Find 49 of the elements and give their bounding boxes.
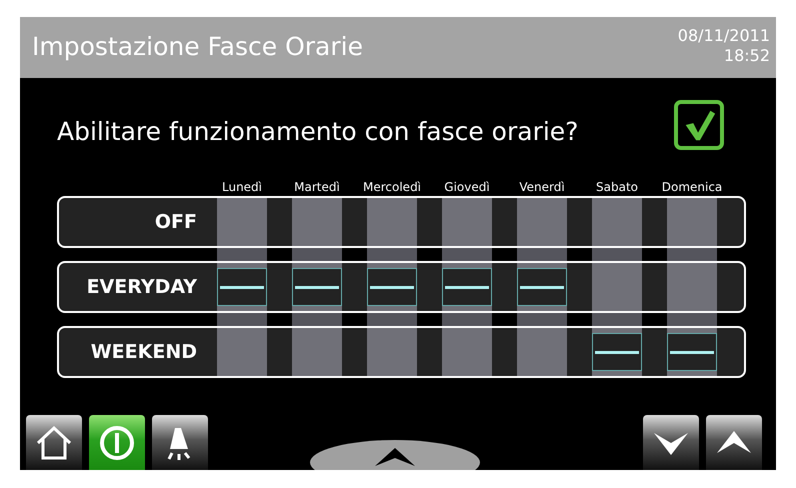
day-cell[interactable] — [292, 328, 342, 376]
day-cell[interactable] — [367, 198, 417, 246]
day-cell[interactable] — [442, 328, 492, 376]
day-cell[interactable] — [517, 198, 567, 246]
day-label: Venerdì — [519, 179, 565, 196]
power-button[interactable] — [89, 415, 145, 470]
column-stripe — [592, 313, 642, 326]
row-label: OFF — [154, 211, 198, 233]
day-label: Lunedì — [222, 179, 262, 196]
column-stripe — [517, 313, 567, 326]
day-label: Giovedì — [444, 179, 490, 196]
day-label: Sabato — [596, 179, 638, 196]
day-cell[interactable] — [292, 198, 342, 246]
bell-button[interactable] — [152, 415, 208, 470]
column-stripe — [217, 248, 267, 261]
day-label: Martedì — [294, 179, 340, 196]
day-label: Mercoledì — [363, 179, 422, 196]
day-cell[interactable] — [667, 198, 717, 246]
day-cell[interactable] — [667, 263, 717, 311]
enable-checkbox[interactable] — [674, 100, 724, 150]
question-text: Abilitare funzionamento con fasce orarie? — [57, 116, 578, 146]
column-stripe — [667, 313, 717, 326]
day-cell[interactable] — [517, 328, 567, 376]
day-cell[interactable] — [217, 328, 267, 376]
column-stripe — [292, 248, 342, 261]
column-stripe — [217, 313, 267, 326]
time-text: 18:52 — [724, 46, 770, 66]
column-stripe — [367, 248, 417, 261]
column-stripe — [517, 248, 567, 261]
day-cell[interactable] — [217, 198, 267, 246]
date-text: 08/11/2011 — [678, 26, 770, 46]
day-cell[interactable] — [367, 328, 417, 376]
page-title: Impostazione Fasce Orarie — [32, 32, 363, 61]
row-label: EVERYDAY — [86, 276, 198, 298]
down-button[interactable] — [643, 415, 699, 470]
column-stripe — [442, 248, 492, 261]
day-cell[interactable] — [442, 198, 492, 246]
day-cell[interactable] — [592, 263, 642, 311]
column-stripe — [442, 313, 492, 326]
column-stripe — [367, 313, 417, 326]
row-label: WEEKEND — [90, 341, 198, 363]
column-stripe — [292, 313, 342, 326]
column-stripe — [592, 248, 642, 261]
chevron-up-icon — [375, 446, 415, 466]
up-button[interactable] — [706, 415, 762, 470]
home-button[interactable] — [26, 415, 82, 470]
column-stripe — [667, 248, 717, 261]
day-cell[interactable] — [592, 198, 642, 246]
day-label: Domenica — [662, 179, 722, 196]
